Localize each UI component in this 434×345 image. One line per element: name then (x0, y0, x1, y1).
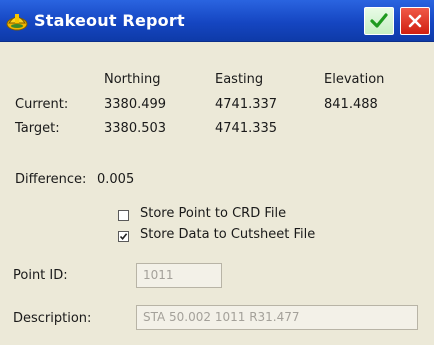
checkmark-icon (370, 13, 388, 28)
store-cutsheet-checkbox[interactable] (118, 231, 129, 242)
title-bar: Stakeout Report (0, 0, 434, 42)
current-elevation: 841.488 (324, 97, 378, 112)
point-id-field[interactable]: 1011 (136, 263, 222, 288)
survey-helmet-icon (6, 14, 28, 31)
point-id-label: Point ID: (13, 268, 68, 283)
checkmark-icon (119, 233, 128, 241)
store-crd-checkbox[interactable] (118, 210, 129, 221)
store-cutsheet-label[interactable]: Store Data to Cutsheet File (140, 227, 315, 242)
store-crd-label[interactable]: Store Point to CRD File (140, 206, 286, 221)
target-northing: 3380.503 (104, 121, 167, 136)
description-label: Description: (13, 311, 92, 326)
target-label: Target: (15, 121, 60, 136)
difference-value: 0.005 (97, 172, 135, 187)
header-northing: Northing (104, 72, 161, 87)
close-button[interactable] (400, 7, 430, 35)
current-easting: 4741.337 (215, 97, 278, 112)
current-label: Current: (15, 97, 69, 112)
current-northing: 3380.499 (104, 97, 167, 112)
header-elevation: Elevation (324, 72, 385, 87)
close-icon (408, 14, 422, 28)
description-field[interactable]: STA 50.002 1011 R31.477 (136, 305, 418, 330)
ok-button[interactable] (364, 7, 394, 35)
window-title: Stakeout Report (34, 11, 185, 30)
target-easting: 4741.335 (215, 121, 278, 136)
difference-label: Difference: (15, 172, 87, 187)
header-easting: Easting (215, 72, 264, 87)
